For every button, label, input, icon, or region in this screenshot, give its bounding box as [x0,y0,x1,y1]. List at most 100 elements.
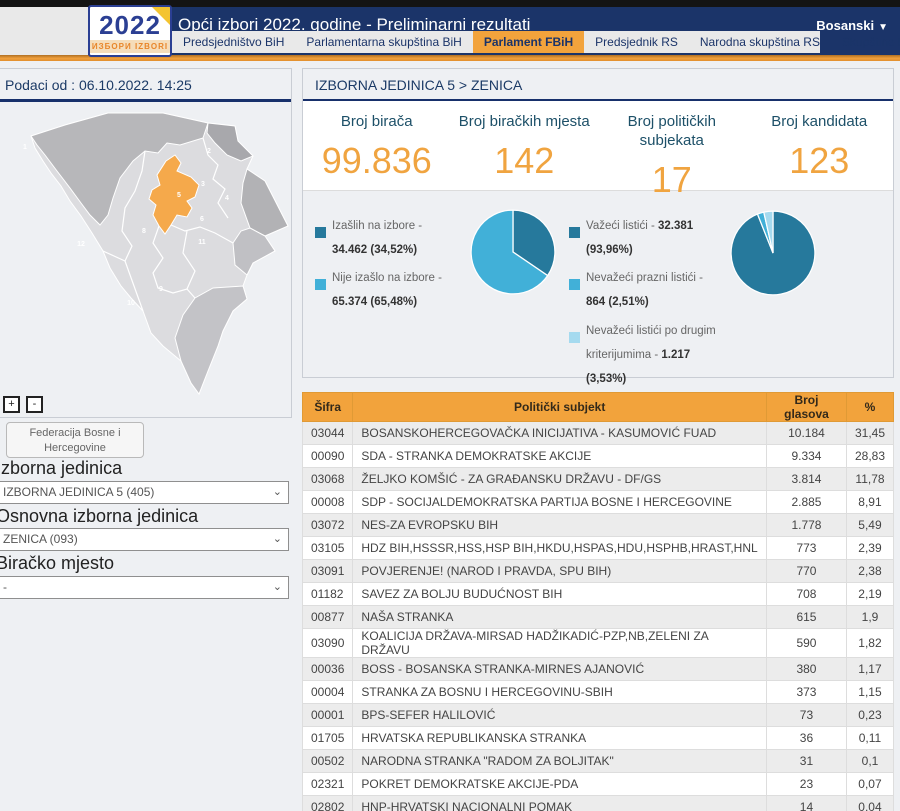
stat-value: 99.836 [303,140,451,182]
table-row: 00877NAŠA STRANKA6151,9 [303,606,894,629]
cell-party: NARODNA STRANKA "RADOM ZA BOLJITAK" [353,750,767,773]
entity-button[interactable]: Federacija Bosne i Hercegovine [6,422,144,458]
cell-party: ŽELJKO KOMŠIĆ - ZA GRAĐANSKU DRŽAVU - DF… [353,468,767,491]
stat-value: 142 [451,140,599,182]
cell-code: 00001 [303,704,353,727]
map-unit-number: 1 [23,144,27,151]
cell-percent: 0,11 [846,727,893,750]
legend-swatch [315,279,326,290]
map-unit-number: 11 [198,239,206,246]
map-unit-number: 5 [177,192,181,199]
cell-code: 03091 [303,560,353,583]
biracko-mjesto-select[interactable]: -⌄ [0,576,289,599]
filter-label-osnovna-izborna-jedinica: Osnovna izborna jedinica [0,506,198,527]
cell-code: 03105 [303,537,353,560]
cell-votes: 10.184 [766,422,846,445]
table-row: 03044BOSANSKOHERCEGOVAČKA INICIJATIVA - … [303,422,894,445]
cell-party: POVJERENJE! (NAROD I PRAVDA, SPU BIH) [353,560,767,583]
izborna-jedinica-select[interactable]: IZBORNA JEDINICA 5 (405) ⌄ [0,481,289,504]
cell-percent: 8,91 [846,491,893,514]
cell-percent: 11,78 [846,468,893,491]
nav-tab[interactable]: Parlament FBiH [473,31,584,53]
cell-percent: 0,04 [846,796,893,811]
stat-card: Broj političkih subjekata17 [598,101,746,190]
map-unit-number: 10 [127,300,135,307]
map-zoom-out-button[interactable]: - [26,396,43,413]
results-summary-panel: IZBORNA JEDINICA 5 > ZENICA Broj birača9… [302,68,894,378]
cell-percent: 1,17 [846,658,893,681]
main-nav: Predsjedništvo BiHParlamentarna skupštin… [172,31,820,53]
filter-label-izborna-jedinica: Izborna jedinica [0,458,122,479]
logo-caption: ИЗБОРИ IZBORI [90,40,170,53]
bih-map: 12346811129105 [0,103,291,403]
cell-code: 02321 [303,773,353,796]
cell-votes: 770 [766,560,846,583]
cell-code: 03044 [303,422,353,445]
map-unit-number: 8 [142,228,146,235]
breadcrumb: IZBORNA JEDINICA 5 > ZENICA [303,69,893,102]
table-row: 03091POVJERENJE! (NAROD I PRAVDA, SPU BI… [303,560,894,583]
flag-corner-icon [152,7,170,25]
stat-card: Broj kandidata123 [746,101,894,190]
map-zoom-in-button[interactable]: + [3,396,20,413]
map-region-east-mid[interactable] [233,228,275,275]
cell-percent: 28,83 [846,445,893,468]
stats-row: Broj birača99.836Broj biračkih mjesta142… [303,101,893,191]
legend-swatch [315,227,326,238]
cell-party: BOSS - BOSANSKA STRANKA-MIRNES AJANOVIĆ [353,658,767,681]
cell-percent: 0,23 [846,704,893,727]
cell-code: 01705 [303,727,353,750]
nav-tab[interactable]: Predsjednik RS [584,31,689,53]
ballots-pie-chart [729,209,817,297]
table-column-header: Šifra [303,393,353,422]
cell-votes: 615 [766,606,846,629]
cell-votes: 2.885 [766,491,846,514]
cell-percent: 31,45 [846,422,893,445]
stat-label: Broj političkih subjekata [598,113,746,151]
stat-card: Broj biračkih mjesta142 [451,101,599,190]
map-unit-number: 12 [77,241,85,248]
table-column-header: % [846,393,893,422]
nav-tab[interactable]: Skupštine kantona u FBiH [831,31,900,53]
cell-party: HRVATSKA REPUBLIKANSKA STRANKA [353,727,767,750]
table-row: 00090SDA - STRANKA DEMOKRATSKE AKCIJE9.3… [303,445,894,468]
nav-tab[interactable]: Narodna skupština RS [689,31,831,53]
cell-party: BPS-SEFER HALILOVIĆ [353,704,767,727]
table-header-row: ŠifraPolitički subjektBroj glasova% [303,393,894,422]
legend-swatch [569,227,580,238]
table-row: 02802HNP-HRVATSKI NACIONALNI POMAK140,04 [303,796,894,811]
chevron-down-icon: ⌄ [273,529,282,550]
selected-value: ZENICA (093) [3,532,78,546]
chevron-down-icon: ⌄ [273,577,282,598]
chevron-down-icon: ⌄ [273,482,282,503]
map-unit-number: 4 [225,195,229,202]
table-row: 00036BOSS - BOSANSKA STRANKA-MIRNES AJAN… [303,658,894,681]
table-row: 03105HDZ BIH,HSSSR,HSS,HSP BIH,HKDU,HSPA… [303,537,894,560]
nav-tab[interactable]: Parlamentarna skupština BiH [295,31,472,53]
legend-swatch [569,279,580,290]
table-row: 03072NES-ZA EVROPSKU BIH1.7785,49 [303,514,894,537]
cell-votes: 14 [766,796,846,811]
cell-votes: 31 [766,750,846,773]
table-row: 00502NARODNA STRANKA "RADOM ZA BOLJITAK"… [303,750,894,773]
table-row: 01182SAVEZ ZA BOLJU BUDUĆNOST BIH7082,19 [303,583,894,606]
cell-code: 02802 [303,796,353,811]
osnovna-izborna-jedinica-select[interactable]: ZENICA (093) ⌄ [0,528,289,551]
cell-percent: 1,82 [846,629,893,658]
selected-value: IZBORNA JEDINICA 5 (405) [3,485,154,499]
legend-item: Izašlih na izbore - 34.462 (34,52%) [315,214,455,262]
cell-percent: 0,07 [846,773,893,796]
cell-percent: 2,19 [846,583,893,606]
stat-label: Broj kandidata [746,113,894,132]
cell-code: 01182 [303,583,353,606]
cell-code: 03090 [303,629,353,658]
cell-party: POKRET DEMOKRATSKE AKCIJE-PDA [353,773,767,796]
legend-text: Nevažeći prazni listići - 864 (2,51%) [586,266,719,314]
cell-percent: 2,38 [846,560,893,583]
table-row: 00001BPS-SEFER HALILOVIĆ730,23 [303,704,894,727]
legend-text: Nije izašlo na izbore - 65.374 (65,48%) [332,266,455,314]
table-row: 03068ŽELJKO KOMŠIĆ - ZA GRAĐANSKU DRŽAVU… [303,468,894,491]
nav-tab[interactable]: Predsjedništvo BiH [172,31,295,53]
filter-label-biracko-mjesto: Biračko mjesto [0,553,114,574]
cell-code: 00877 [303,606,353,629]
